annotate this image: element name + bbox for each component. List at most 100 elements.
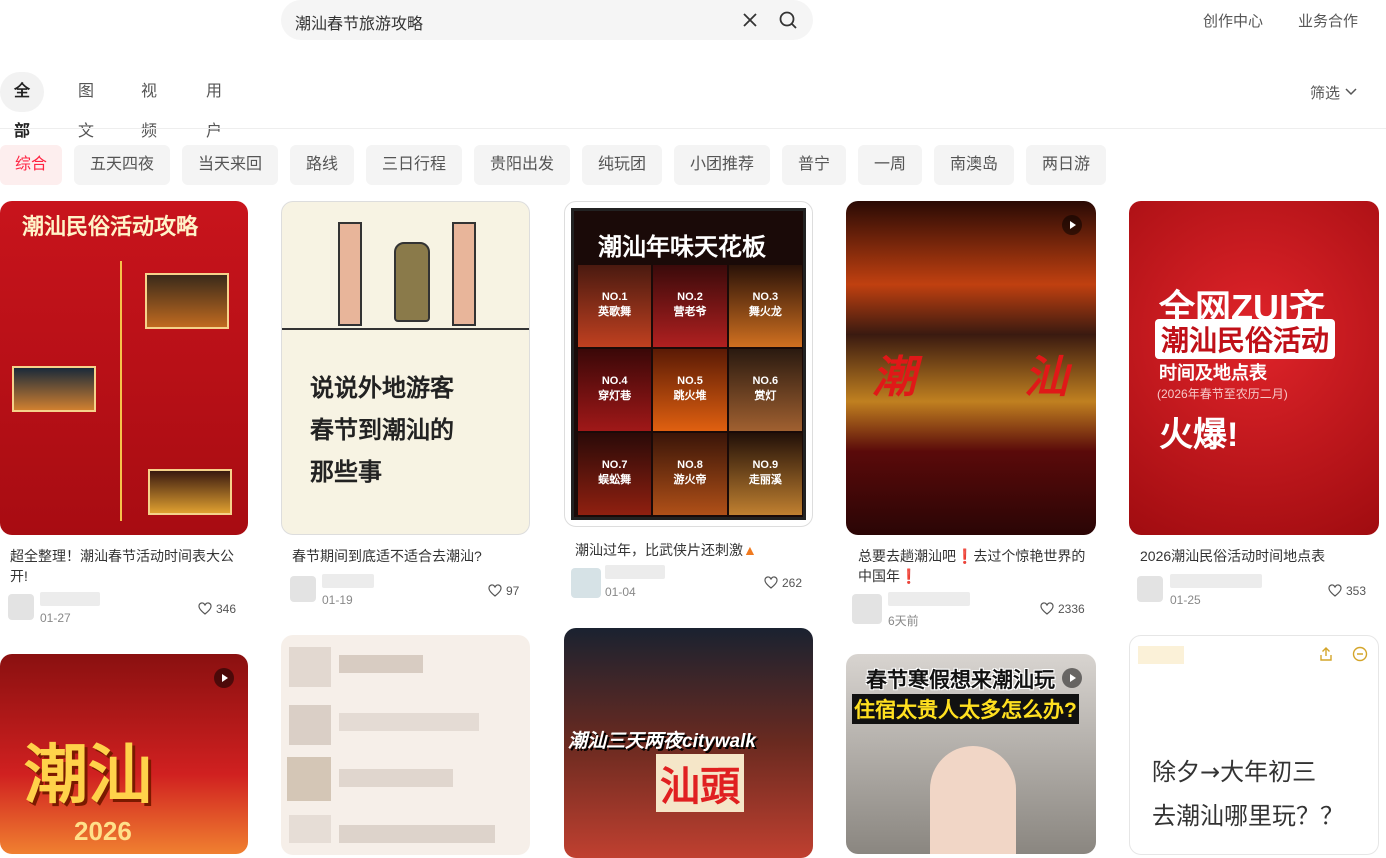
poster-sub: 2026 bbox=[74, 816, 132, 846]
avatar[interactable] bbox=[290, 576, 316, 602]
poster-photo bbox=[145, 273, 229, 329]
poster-title: 潮汕民俗活动攻略 bbox=[22, 214, 199, 239]
poster-line: 时间及地点表 bbox=[1159, 363, 1267, 383]
tab-notes[interactable]: 图文 bbox=[64, 72, 108, 140]
person-face bbox=[930, 746, 1016, 854]
blurred-block bbox=[287, 757, 331, 801]
heart-icon bbox=[764, 576, 778, 589]
like-button[interactable]: 2336 bbox=[1040, 602, 1085, 616]
like-button[interactable]: 97 bbox=[488, 584, 519, 598]
note-cover[interactable]: 全网ZUI齐 潮汕民俗活动 时间及地点表 (2026年春节至农历二月) 火爆! bbox=[1129, 201, 1379, 535]
poster-title: 潮汕年味天花板 bbox=[598, 234, 766, 261]
grid-cell: NO.8 游火帝 bbox=[653, 433, 727, 515]
tourist-figure bbox=[394, 242, 430, 322]
business-link[interactable]: 业务合作 bbox=[1298, 10, 1358, 31]
poster-line: 除夕→大年初三 bbox=[1152, 758, 1317, 786]
poster-title: 潮汕三天两夜citywalk bbox=[568, 731, 756, 752]
chip[interactable]: 一周 bbox=[858, 145, 922, 185]
username-blurred[interactable] bbox=[40, 592, 100, 606]
chip-comprehensive[interactable]: 综合 bbox=[0, 145, 62, 185]
note-cover[interactable]: 潮汕 2026 bbox=[0, 654, 248, 854]
chip[interactable]: 五天四夜 bbox=[74, 145, 170, 185]
note-cover[interactable]: 春节寒假想来潮汕玩 住宿太贵人太多怎么办? bbox=[846, 654, 1096, 854]
blurred-block bbox=[289, 647, 331, 687]
chevron-down-icon bbox=[1345, 88, 1357, 96]
share-icon[interactable] bbox=[1318, 646, 1334, 662]
chip[interactable]: 贵阳出发 bbox=[474, 145, 570, 185]
grid-cell: NO.6 赏灯 bbox=[728, 349, 802, 431]
clear-icon[interactable] bbox=[739, 9, 761, 31]
blurred-block bbox=[289, 815, 331, 843]
heart-icon bbox=[1328, 584, 1342, 597]
grid-cell: NO.5 跳火堆 bbox=[653, 349, 727, 431]
tab-all[interactable]: 全部 bbox=[0, 72, 45, 140]
chip[interactable]: 小团推荐 bbox=[674, 145, 770, 185]
poster-line: 住宿太贵人太多怎么办? bbox=[852, 694, 1079, 724]
note-title-text: 潮汕过年，比武侠片还刺激 bbox=[575, 542, 743, 558]
poster-photo bbox=[148, 469, 232, 515]
heart-icon bbox=[198, 602, 212, 615]
poster-photo bbox=[12, 366, 96, 412]
poster-line: 去潮汕哪里玩？？ bbox=[1152, 802, 1344, 830]
chip[interactable]: 纯玩团 bbox=[582, 145, 662, 185]
chip[interactable]: 当天来回 bbox=[182, 145, 278, 185]
chip[interactable]: 两日游 bbox=[1026, 145, 1106, 185]
fire-icon: ▲ bbox=[743, 542, 757, 558]
note-cover[interactable]: 潮汕民俗活动攻略 bbox=[0, 201, 248, 535]
avatar[interactable] bbox=[571, 568, 601, 598]
poster-char: 汕 bbox=[1024, 353, 1068, 402]
tab-videos[interactable]: 视频 bbox=[127, 72, 171, 140]
like-count: 262 bbox=[782, 576, 803, 590]
blurred-block bbox=[339, 769, 453, 787]
note-cover[interactable]: 除夕→大年初三 去潮汕哪里玩？？ bbox=[1129, 635, 1379, 855]
video-play-icon bbox=[1062, 668, 1082, 688]
filter-label: 筛选 bbox=[1310, 85, 1341, 102]
chip[interactable]: 三日行程 bbox=[366, 145, 462, 185]
search-box[interactable]: 潮汕春节旅游攻略 bbox=[281, 0, 813, 40]
note-cover[interactable]: 潮汕年味天花板 NO.1 英歌舞 NO.2 营老爷 NO.3 舞火龙 NO.4 … bbox=[564, 201, 813, 527]
note-cover-placeholder[interactable] bbox=[281, 635, 530, 855]
note-cover[interactable]: 潮 汕 bbox=[846, 201, 1096, 535]
tab-users[interactable]: 用户 bbox=[192, 72, 236, 140]
avatar[interactable] bbox=[8, 594, 34, 620]
username-blurred[interactable] bbox=[888, 592, 970, 606]
like-button[interactable]: 262 bbox=[764, 576, 802, 590]
poster-char: 潮 bbox=[872, 353, 916, 402]
blurred-block bbox=[339, 825, 495, 843]
note-cover[interactable]: 潮汕三天两夜citywalk 汕頭 bbox=[564, 628, 813, 858]
creator-center-link[interactable]: 创作中心 bbox=[1203, 10, 1263, 31]
grid-cell: NO.9 走丽溪 bbox=[728, 433, 802, 515]
poster-line: 那些事 bbox=[310, 459, 382, 486]
note-date: 01-04 bbox=[605, 585, 636, 599]
poster-line: 潮汕民俗活动 bbox=[1155, 319, 1336, 359]
poster-sub: 汕頭 bbox=[656, 754, 744, 812]
like-count: 97 bbox=[506, 584, 520, 598]
filter-button[interactable]: 筛选 bbox=[1310, 82, 1358, 103]
note-date: 01-27 bbox=[40, 611, 71, 625]
divider bbox=[0, 128, 1386, 129]
avatar[interactable] bbox=[852, 594, 882, 624]
note-title[interactable]: 总要去趟潮汕吧❗去过个惊艳世界的中国年❗ bbox=[858, 546, 1098, 586]
note-title[interactable]: 春节期间到底适不适合去潮汕? bbox=[292, 546, 532, 566]
chip[interactable]: 普宁 bbox=[782, 145, 846, 185]
note-cover[interactable]: 说说外地游客 春节到潮汕的 那些事 bbox=[281, 201, 530, 535]
username-blurred[interactable] bbox=[322, 574, 374, 588]
pillar bbox=[338, 222, 362, 326]
username-blurred[interactable] bbox=[1170, 574, 1262, 588]
chip[interactable]: 南澳岛 bbox=[934, 145, 1014, 185]
like-button[interactable]: 346 bbox=[198, 602, 236, 616]
like-button[interactable]: 353 bbox=[1328, 584, 1366, 598]
note-title[interactable]: 潮汕过年，比武侠片还刺激▲ bbox=[575, 540, 815, 560]
note-title[interactable]: 2026潮汕民俗活动时间地点表 bbox=[1140, 546, 1380, 566]
note-date: 01-19 bbox=[322, 593, 353, 607]
avatar[interactable] bbox=[1137, 576, 1163, 602]
search-input[interactable]: 潮汕春节旅游攻略 bbox=[295, 10, 423, 34]
search-icon[interactable] bbox=[777, 9, 799, 31]
username-blurred[interactable] bbox=[605, 565, 665, 579]
chip[interactable]: 路线 bbox=[290, 145, 354, 185]
note-title[interactable]: 超全整理！潮汕春节活动时间表大公开! bbox=[10, 546, 250, 586]
top-bar: 潮汕春节旅游攻略 创作中心 业务合作 bbox=[0, 0, 1386, 56]
blurred-block bbox=[289, 705, 331, 745]
video-play-icon bbox=[214, 668, 234, 688]
more-icon[interactable] bbox=[1352, 646, 1368, 662]
